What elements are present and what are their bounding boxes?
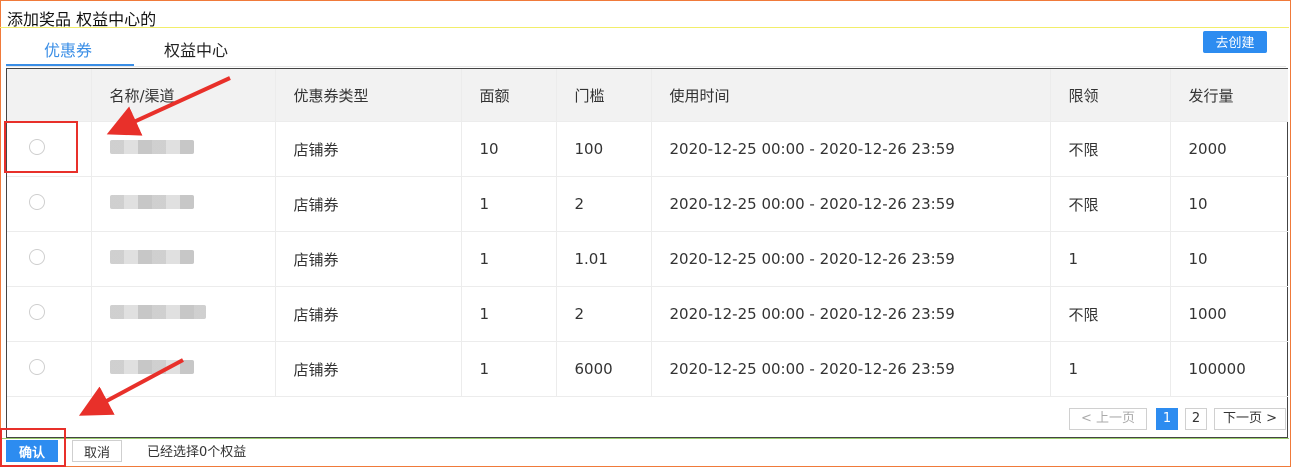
select-cell bbox=[7, 176, 92, 232]
name-cell bbox=[91, 341, 276, 397]
column-header-issue-quantity: 发行量 bbox=[1170, 69, 1288, 122]
face-value-cell: 1 bbox=[461, 286, 557, 342]
column-header-usage-time: 使用时间 bbox=[651, 69, 1051, 122]
row-radio[interactable] bbox=[29, 249, 45, 265]
footer-divider bbox=[0, 438, 1289, 439]
threshold-cell: 6000 bbox=[556, 341, 652, 397]
column-header-limit: 限领 bbox=[1050, 69, 1171, 122]
limit-cell: 1 bbox=[1050, 341, 1171, 397]
limit-cell: 不限 bbox=[1050, 286, 1171, 342]
tab-rights-center[interactable]: 权益中心 bbox=[164, 37, 228, 61]
face-value-cell: 1 bbox=[461, 341, 557, 397]
table-row[interactable]: 店铺券 10 100 2020-12-25 00:00 - 2020-12-26… bbox=[7, 121, 1288, 177]
issue-quantity-cell: 1000 bbox=[1170, 286, 1288, 342]
column-header-face-value: 面额 bbox=[461, 69, 557, 122]
type-cell: 店铺券 bbox=[275, 286, 462, 342]
usage-time-cell: 2020-12-25 00:00 - 2020-12-26 23:59 bbox=[651, 231, 1051, 287]
usage-time-cell: 2020-12-25 00:00 - 2020-12-26 23:59 bbox=[651, 121, 1051, 177]
select-cell bbox=[7, 121, 92, 177]
issue-quantity-cell: 2000 bbox=[1170, 121, 1288, 177]
header: 添加奖品 权益中心的 bbox=[0, 0, 1289, 29]
blurred-name bbox=[109, 250, 194, 264]
column-header-select bbox=[7, 69, 92, 122]
coupon-table-frame: 名称/渠道 优惠券类型 面额 门槛 使用时间 限领 发行量 店铺券 10 100… bbox=[6, 68, 1288, 438]
blurred-name bbox=[109, 195, 194, 209]
face-value-cell: 10 bbox=[461, 121, 557, 177]
coupon-table: 名称/渠道 优惠券类型 面额 门槛 使用时间 限领 发行量 店铺券 10 100… bbox=[7, 69, 1288, 397]
limit-cell: 不限 bbox=[1050, 176, 1171, 232]
cancel-button[interactable]: 取消 bbox=[72, 440, 122, 462]
name-cell bbox=[91, 231, 276, 287]
row-radio[interactable] bbox=[29, 304, 45, 320]
face-value-cell: 1 bbox=[461, 176, 557, 232]
face-value-cell: 1 bbox=[461, 231, 557, 287]
column-header-type: 优惠券类型 bbox=[275, 69, 462, 122]
confirm-button[interactable]: 确认 bbox=[6, 440, 58, 462]
row-radio[interactable] bbox=[29, 139, 45, 155]
name-cell bbox=[91, 121, 276, 177]
table-row[interactable]: 店铺券 1 6000 2020-12-25 00:00 - 2020-12-26… bbox=[7, 341, 1288, 397]
issue-quantity-cell: 10 bbox=[1170, 176, 1288, 232]
table-row[interactable]: 店铺券 1 2 2020-12-25 00:00 - 2020-12-26 23… bbox=[7, 286, 1288, 342]
footer: 确认 取消 已经选择0个权益 bbox=[0, 438, 1289, 467]
limit-cell: 1 bbox=[1050, 231, 1171, 287]
column-header-name: 名称/渠道 bbox=[91, 69, 276, 122]
create-button[interactable]: 去创建 bbox=[1203, 31, 1267, 53]
usage-time-cell: 2020-12-25 00:00 - 2020-12-26 23:59 bbox=[651, 341, 1051, 397]
page-title: 添加奖品 权益中心的 bbox=[7, 10, 157, 29]
type-cell: 店铺券 bbox=[275, 121, 462, 177]
type-cell: 店铺券 bbox=[275, 231, 462, 287]
type-cell: 店铺券 bbox=[275, 176, 462, 232]
blurred-name bbox=[109, 305, 206, 319]
select-cell bbox=[7, 341, 92, 397]
blurred-name bbox=[109, 360, 194, 374]
threshold-cell: 2 bbox=[556, 176, 652, 232]
select-cell bbox=[7, 231, 92, 287]
usage-time-cell: 2020-12-25 00:00 - 2020-12-26 23:59 bbox=[651, 176, 1051, 232]
name-cell bbox=[91, 176, 276, 232]
tab-bar: 优惠券 权益中心 bbox=[6, 30, 1286, 68]
type-cell: 店铺券 bbox=[275, 341, 462, 397]
page-2-button[interactable]: 2 bbox=[1185, 408, 1207, 430]
tab-coupon[interactable]: 优惠券 bbox=[44, 37, 92, 61]
threshold-cell: 2 bbox=[556, 286, 652, 342]
table-row[interactable]: 店铺券 1 2 2020-12-25 00:00 - 2020-12-26 23… bbox=[7, 176, 1288, 232]
table-row[interactable]: 店铺券 1 1.01 2020-12-25 00:00 - 2020-12-26… bbox=[7, 231, 1288, 287]
issue-quantity-cell: 100000 bbox=[1170, 341, 1288, 397]
issue-quantity-cell: 10 bbox=[1170, 231, 1288, 287]
row-radio[interactable] bbox=[29, 359, 45, 375]
limit-cell: 不限 bbox=[1050, 121, 1171, 177]
row-radio[interactable] bbox=[29, 194, 45, 210]
blurred-name bbox=[109, 140, 194, 154]
page-1-button[interactable]: 1 bbox=[1156, 408, 1178, 430]
selected-count-text: 已经选择0个权益 bbox=[147, 445, 247, 460]
prev-page-button[interactable]: < 上一页 bbox=[1069, 408, 1147, 430]
threshold-cell: 100 bbox=[556, 121, 652, 177]
column-header-threshold: 门槛 bbox=[556, 69, 652, 122]
table-header-row: 名称/渠道 优惠券类型 面额 门槛 使用时间 限领 发行量 bbox=[7, 69, 1288, 122]
tab-divider bbox=[6, 66, 1286, 67]
select-cell bbox=[7, 286, 92, 342]
threshold-cell: 1.01 bbox=[556, 231, 652, 287]
name-cell bbox=[91, 286, 276, 342]
next-page-button[interactable]: 下一页 > bbox=[1214, 408, 1286, 430]
usage-time-cell: 2020-12-25 00:00 - 2020-12-26 23:59 bbox=[651, 286, 1051, 342]
